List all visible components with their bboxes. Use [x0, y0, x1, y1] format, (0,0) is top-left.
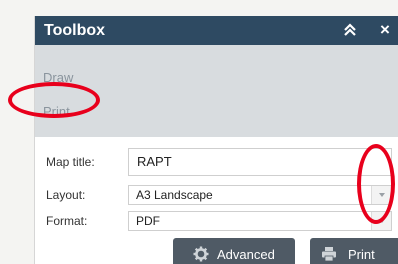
- double-chevron-up-icon[interactable]: [341, 21, 359, 39]
- advanced-button-label: Advanced: [217, 247, 275, 262]
- map-title-label: Map title:: [46, 155, 95, 169]
- menu-item-draw[interactable]: Draw: [35, 65, 398, 91]
- toolbox-menu: Draw Print: [35, 45, 398, 137]
- toolbox-titlebar: Toolbox ×: [35, 16, 398, 45]
- print-form: Map title: RAPT Layout: A3 Landscape For…: [35, 137, 398, 264]
- map-title-input[interactable]: RAPT: [128, 148, 392, 176]
- gear-icon: [193, 246, 209, 262]
- printer-icon: [321, 246, 337, 262]
- layout-select[interactable]: A3 Landscape: [128, 185, 392, 205]
- toolbox-title: Toolbox: [44, 22, 106, 39]
- layout-dropdown-arrow-icon[interactable]: [371, 186, 391, 204]
- layout-label: Layout:: [46, 188, 86, 202]
- layout-value: A3 Landscape: [136, 188, 213, 202]
- toolbox-panel: Toolbox × Draw Print Map title: RAPT Lay…: [34, 16, 398, 264]
- format-value: PDF: [136, 214, 160, 228]
- print-button[interactable]: Print: [310, 238, 398, 264]
- format-label: Format:: [46, 214, 88, 228]
- format-dropdown-arrow-icon[interactable]: [371, 212, 391, 230]
- menu-item-print[interactable]: Print: [35, 99, 398, 125]
- print-button-label: Print: [348, 247, 375, 262]
- format-select[interactable]: PDF: [128, 211, 392, 231]
- advanced-button[interactable]: Advanced: [173, 238, 295, 264]
- close-icon[interactable]: ×: [376, 20, 394, 40]
